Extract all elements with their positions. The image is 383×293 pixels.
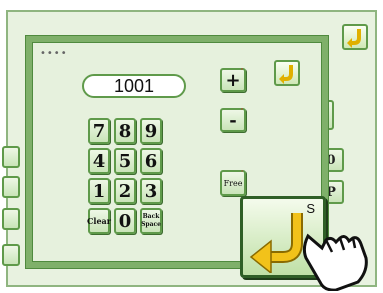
free-label: Free: [223, 178, 243, 188]
key-label: 9: [144, 120, 158, 142]
undo-arrow-icon: [279, 65, 293, 84]
clear-label: Clear: [87, 216, 111, 226]
backspace-button[interactable]: Back Space: [140, 208, 162, 234]
plus-label: +: [225, 69, 241, 91]
key-label: 3: [144, 180, 158, 202]
key-6[interactable]: 6: [140, 148, 162, 174]
key-label: 7: [92, 120, 106, 142]
background-left-button-1[interactable]: [2, 146, 20, 168]
minus-button[interactable]: - ': [220, 107, 246, 132]
key-2[interactable]: 2: [114, 178, 136, 204]
key-label: 2: [118, 180, 132, 202]
key-5[interactable]: 5: [114, 148, 136, 174]
key-9[interactable]: 9: [140, 118, 162, 144]
dialog-indicator: ••••: [40, 48, 68, 59]
clear-button[interactable]: Clear: [87, 208, 111, 234]
key-3[interactable]: 3: [140, 178, 162, 204]
undo-arrow-icon: [347, 29, 361, 48]
popup-undo-button[interactable]: [274, 60, 300, 86]
key-4[interactable]: 4: [88, 148, 110, 174]
minus-label: -: [229, 109, 237, 131]
key-label: 1: [92, 180, 106, 202]
key-label: 5: [118, 150, 132, 172]
key-7[interactable]: 7: [88, 118, 110, 144]
key-label: 4: [92, 150, 106, 172]
hand-pointer-icon: [302, 233, 368, 291]
background-undo-button[interactable]: [342, 24, 368, 50]
backspace-label: Back Space: [141, 213, 161, 228]
background-left-button-2[interactable]: [2, 176, 20, 198]
key-8[interactable]: 8: [114, 118, 136, 144]
key-0[interactable]: 0: [114, 208, 136, 234]
key-label: 8: [118, 120, 132, 142]
numeric-display: 1001: [82, 74, 186, 98]
key-label: 0: [118, 210, 132, 232]
plus-button[interactable]: + ': [220, 67, 246, 92]
key-1[interactable]: 1: [88, 178, 110, 204]
background-left-button-4[interactable]: [2, 244, 20, 266]
key-label: 6: [144, 150, 158, 172]
background-left-button-3[interactable]: [2, 208, 20, 230]
free-button[interactable]: Free ': [220, 169, 246, 196]
